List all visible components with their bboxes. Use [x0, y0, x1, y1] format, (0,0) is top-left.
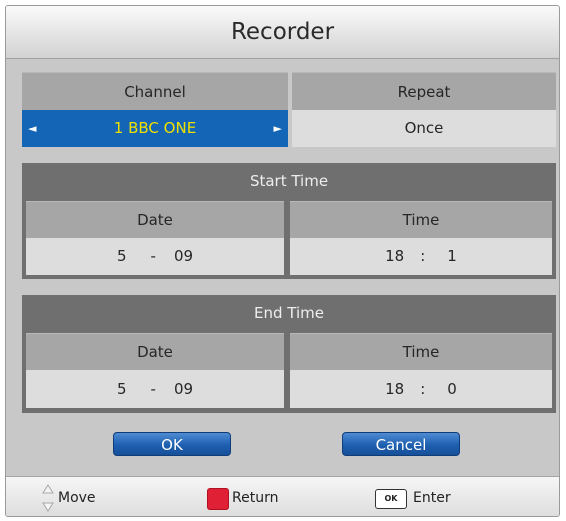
start-date-label: Date [26, 201, 284, 238]
channel-value: 1 BBC ONE [113, 119, 197, 137]
enter-label: Enter [413, 490, 451, 506]
channel-label: Channel [22, 72, 288, 110]
red-key-icon [208, 489, 228, 509]
end-time-minute: 0 [447, 380, 457, 398]
repeat-label: Repeat [292, 72, 556, 110]
start-time-title: Start Time [249, 172, 329, 190]
end-date-day: 5 [116, 380, 127, 398]
arrow-left-icon[interactable]: ◄ [28, 110, 36, 147]
start-time-panel: Start Time Date Time 5 -09 18: 1 [22, 163, 556, 279]
end-time-field[interactable]: 18: 0 [290, 370, 552, 408]
start-date-field[interactable]: 5 -09 [26, 238, 284, 275]
end-date-label: Date [26, 333, 284, 370]
end-date-field[interactable]: 5 -09 [26, 370, 284, 408]
repeat-selector[interactable]: Once [292, 110, 556, 147]
start-time-label: Time [290, 201, 552, 238]
end-time-separator: : [420, 380, 426, 398]
recorder-dialog: Recorder Channel ◄ 1 BBC ONE ► Repeat On… [5, 5, 560, 517]
channel-selector[interactable]: ◄ 1 BBC ONE ► [22, 110, 288, 147]
end-time-hour: 18 [385, 380, 405, 398]
start-date-month: 09 [173, 247, 194, 265]
footer-hints: Move Return OK Enter [6, 476, 559, 516]
end-date-separator: - [150, 380, 156, 398]
end-time-label: Time [290, 333, 552, 370]
end-time-panel: End Time Date Time 5 -09 18: 0 [22, 295, 556, 413]
start-time-field[interactable]: 18: 1 [290, 238, 552, 275]
end-date-month: 09 [173, 380, 194, 398]
cancel-button[interactable]: Cancel [342, 432, 460, 456]
up-down-arrows-icon [42, 484, 54, 512]
start-date-separator: - [150, 247, 156, 265]
start-time-hour: 18 [385, 247, 405, 265]
ok-button[interactable]: OK [113, 432, 231, 456]
arrow-right-icon[interactable]: ► [274, 110, 282, 147]
start-date-day: 5 [116, 247, 127, 265]
move-label: Move [58, 490, 96, 506]
ok-key-icon: OK [375, 489, 407, 509]
dialog-title: Recorder [6, 6, 559, 59]
start-time-minute: 1 [447, 247, 457, 265]
end-time-title: End Time [254, 304, 324, 322]
start-time-separator: : [420, 247, 426, 265]
return-label: Return [232, 490, 279, 506]
